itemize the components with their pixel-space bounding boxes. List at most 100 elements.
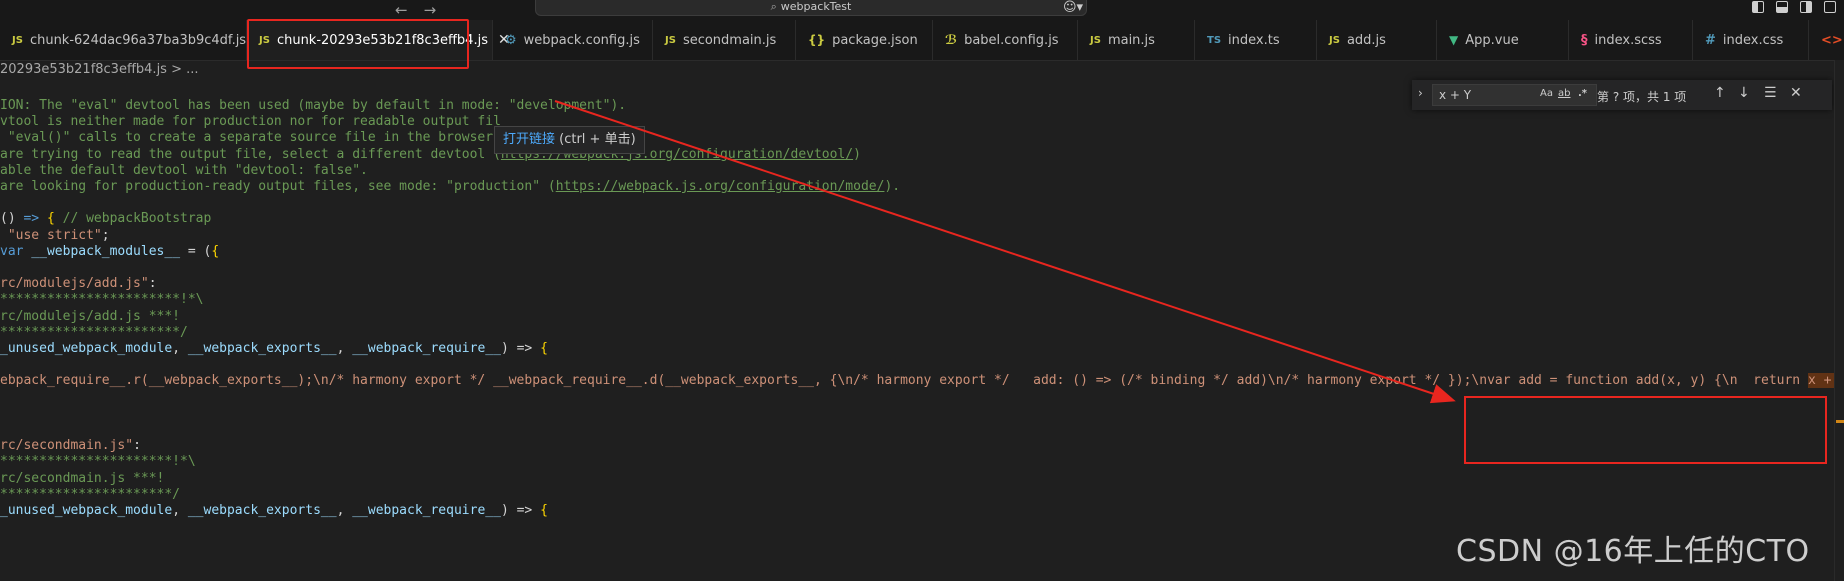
code-token: __webpack_modules__	[23, 243, 181, 259]
tab-index-css[interactable]: # index.css	[1693, 20, 1809, 60]
tab-app-vue[interactable]: ▼ App.vue	[1437, 20, 1569, 60]
tab-label: index.ts	[1228, 32, 1280, 48]
code-token: rc/modulejs/add.js ***!	[0, 308, 181, 324]
watermark: CSDN @16年上任的CTO	[1456, 534, 1810, 569]
code-token: vtool is neither made for production nor…	[0, 114, 501, 130]
json-icon: {}	[808, 33, 826, 47]
tab-main-js[interactable]: JS main.js	[1078, 20, 1195, 60]
tab-index-scss[interactable]: § index.scss	[1569, 20, 1693, 60]
match-case-icon[interactable]: Aa	[1540, 88, 1553, 99]
search-icon: ⌕	[770, 0, 777, 13]
active-tab-highlight-box	[247, 19, 469, 69]
ts-icon: TS	[1207, 34, 1222, 46]
js-icon: JS	[1090, 34, 1101, 46]
toggle-panel-icon[interactable]	[1776, 1, 1788, 13]
open-link-action[interactable]: 打开链接	[503, 132, 555, 147]
code-line: var __webpack_modules__ = ({	[0, 242, 219, 261]
tab-package-json[interactable]: {} package.json	[796, 20, 933, 60]
find-input[interactable]: x + Y	[1432, 84, 1597, 106]
code-token: __webpack_exports__	[187, 341, 337, 356]
tab-label: index.scss	[1594, 32, 1662, 48]
code-token: =>	[15, 211, 47, 227]
title-bar: ← → ⌕ webpackTest ☺▾	[0, 0, 1844, 20]
tab-label: babel.config.js	[964, 32, 1059, 48]
code-line: _unused_webpack_module, __webpack_export…	[0, 501, 548, 520]
css-icon: #	[1705, 32, 1716, 48]
tab-chunk-624dac96a37ba3b9c4df-js[interactable]: JS chunk-624dac96a37ba3b9c4df.js	[0, 20, 247, 60]
code-token: (	[0, 211, 8, 227]
code-token: __webpack_require__	[352, 503, 501, 518]
find-widget: › x + Y Aa ab .* 第 ? 项，共 1 项 ↑ ↓ ☰ ✕	[1412, 80, 1832, 110]
close-find-icon[interactable]: ✕	[1790, 85, 1802, 101]
open-link-hint: (ctrl + 单击)	[555, 132, 636, 147]
tab-index-ts[interactable]: TS index.ts	[1195, 20, 1317, 60]
workspace-name: webpackTest	[780, 0, 852, 13]
find-match-marker	[1836, 420, 1844, 423]
code-token: ,	[172, 503, 188, 518]
code-token: {	[46, 211, 55, 227]
copilot-icon[interactable]: ☺▾	[1063, 0, 1083, 15]
scss-icon: §	[1581, 32, 1588, 48]
code-token: {	[211, 243, 220, 259]
whole-word-icon[interactable]: ab	[1558, 88, 1570, 99]
nav-arrows: ← →	[395, 0, 436, 20]
code-token[interactable]: https://webpack.js.org/configuration/mod…	[556, 179, 885, 194]
code-token: "use strict"	[0, 227, 102, 243]
scrollbar[interactable]	[1834, 60, 1844, 581]
code-token: are trying to read the output file, sele…	[0, 146, 501, 162]
tab-add-js[interactable]: JS add.js	[1317, 20, 1437, 60]
tab-label: secondmain.js	[682, 32, 777, 48]
tab-babel-config-js[interactable]: ℬbabel.config.js	[933, 20, 1078, 60]
code-token: ;	[101, 227, 110, 243]
code-editor[interactable]: ION: The "eval" devtool has been used (m…	[0, 96, 1844, 581]
code-token: ) =>	[500, 503, 541, 518]
js-icon: JS	[1329, 34, 1340, 46]
tab-label: add.js	[1346, 32, 1386, 48]
command-center-search[interactable]: ⌕ webpackTest	[535, 0, 1087, 16]
layout-controls	[1752, 1, 1836, 13]
code-token: **********************/	[0, 486, 181, 502]
link-hover-tooltip: 打开链接 (ctrl + 单击)	[494, 126, 645, 154]
regex-icon[interactable]: .*	[1578, 88, 1587, 99]
code-line: are looking for production-ready output …	[0, 177, 900, 196]
toggle-secondary-sidebar-icon[interactable]	[1800, 1, 1812, 13]
html-icon: <>	[1821, 32, 1843, 48]
find-in-selection-icon[interactable]: ☰	[1764, 85, 1777, 101]
code-token: var	[0, 243, 24, 259]
code-token: rc/secondmain.js"	[0, 438, 134, 454]
tab-label: index.css	[1722, 32, 1784, 48]
code-token: "eval()" calls to create a separate sour…	[0, 130, 494, 146]
vue-icon: ▼	[1449, 33, 1459, 47]
tab-inc[interactable]: <>inc	[1809, 20, 1844, 60]
customize-layout-icon[interactable]	[1824, 1, 1836, 13]
code-token: ,	[336, 503, 353, 518]
code-token: rc/modulejs/add.js"	[0, 276, 149, 292]
code-token: _unused_webpack_module	[0, 341, 173, 356]
code-token: ***********************/	[0, 324, 188, 340]
find-result-count: 第 ? 项，共 1 项	[1597, 90, 1687, 104]
js-icon: JS	[665, 34, 676, 46]
code-token: {	[540, 503, 548, 518]
code-token: :	[133, 438, 141, 454]
tab-label: main.js	[1107, 32, 1155, 48]
forward-arrow-icon[interactable]: →	[424, 1, 437, 19]
babel-icon: ℬ	[945, 32, 958, 48]
code-token: __webpack_exports__	[187, 503, 337, 518]
code-token: ebpack_require__.r(__webpack_exports__);…	[0, 373, 1808, 389]
code-token: )	[7, 211, 16, 227]
toggle-primary-sidebar-icon[interactable]	[1752, 1, 1764, 13]
code-token: _unused_webpack_module	[0, 503, 173, 518]
tab-webpack-config-js[interactable]: ⚙ webpack.config.js	[493, 20, 653, 60]
toggle-replace-icon[interactable]: ›	[1418, 86, 1423, 100]
breadcrumb[interactable]: 20293e53b21f8c3effb4.js > ...	[0, 60, 199, 80]
code-token: :	[148, 276, 157, 292]
previous-match-icon[interactable]: ↑	[1714, 85, 1726, 101]
code-token: ION: The "eval" devtool has been used (m…	[0, 98, 627, 113]
code-token: able the default devtool with "devtool: …	[0, 162, 368, 178]
code-token: ,	[172, 341, 188, 356]
code-token: are looking for production-ready output …	[0, 179, 556, 194]
back-arrow-icon[interactable]: ←	[395, 1, 408, 19]
next-match-icon[interactable]: ↓	[1738, 85, 1750, 101]
tab-secondmain-js[interactable]: JS secondmain.js	[653, 20, 796, 60]
gear-icon: ⚙	[505, 32, 517, 48]
